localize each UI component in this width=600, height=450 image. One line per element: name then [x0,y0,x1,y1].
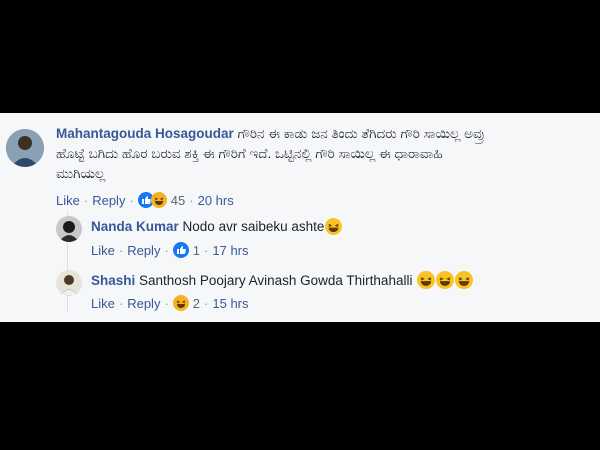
timestamp[interactable]: 15 hrs [212,296,248,311]
haha-reaction-icon [172,295,189,311]
reaction-count: 45 [170,192,186,208]
reply-link[interactable]: Reply [92,193,125,208]
separator: · [164,295,169,311]
laughing-emoji-icon [417,271,436,295]
avatar[interactable] [56,270,82,296]
reaction-count: 1 [192,242,201,258]
like-link[interactable]: Like [91,296,115,311]
timestamp[interactable]: 17 hrs [212,243,248,258]
comment-text: Santhosh Poojary Avinash Gowda Thirthaha… [139,273,413,288]
comment-text: Nodo avr saibeku ashte [182,219,325,234]
separator: · [118,242,124,258]
reply-link[interactable]: Reply [127,243,160,258]
laughing-emoji-icon [436,271,455,295]
comment-actions: Like · Reply · 1 · 17 hrs [91,240,249,260]
like-link[interactable]: Like [91,243,115,258]
like-reaction-icon [172,242,189,258]
separator: · [118,295,124,311]
comment-actions: Like · Reply · 2 · 15 hrs [91,293,249,313]
comments-panel: Mahantagouda Hosagoudar ಗೌರಿನ ಈ ಕಾಡು ಜನ … [0,113,600,322]
comment-author[interactable]: Mahantagouda Hosagoudar [56,126,234,141]
comment-text: ಗೌರಿನ ಈ ಕಾಡು ಜನ ತಿಂದು ತೆಗಿದರು ಗೌರಿ ಸಾಯಿಲ… [237,126,485,141]
reply-link[interactable]: Reply [127,296,160,311]
comment-body: Mahantagouda Hosagoudar ಗೌರಿನ ಈ ಕಾಡು ಜನ … [56,124,586,184]
timestamp[interactable]: 20 hrs [198,193,234,208]
comment-text-line: ಹೊಟ್ಟೆ ಬಗಿದು ಹೊರ ಬರುವ ಶಕ್ತಿ ಈ ಗೌರಿಗೆ ಇದೆ… [56,146,443,161]
reactions[interactable] [172,295,189,311]
avatar[interactable] [56,216,82,242]
like-link[interactable]: Like [56,193,80,208]
avatar[interactable] [6,129,44,167]
separator: · [164,242,169,258]
reaction-count: 2 [192,295,201,311]
comment-actions: Like · Reply · 45 · 20 hrs [56,190,234,210]
separator: · [129,192,134,208]
reactions[interactable] [137,192,167,208]
comment-author[interactable]: Shashi [91,273,135,288]
comment-text-line: ಮುಗಿಯಲ್ಲ [56,166,106,181]
laughing-emoji-icon [455,271,474,295]
reply-body: Shashi Santhosh Poojary Avinash Gowda Th… [91,271,581,295]
separator: · [189,192,194,208]
reactions[interactable] [172,242,189,258]
haha-reaction-icon [150,192,167,208]
separator: · [204,295,209,311]
reply-body: Nanda Kumar Nodo avr saibeku ashte [91,217,571,241]
laughing-emoji-icon [325,218,343,241]
comment-author[interactable]: Nanda Kumar [91,219,179,234]
separator: · [204,242,209,258]
separator: · [83,192,89,208]
